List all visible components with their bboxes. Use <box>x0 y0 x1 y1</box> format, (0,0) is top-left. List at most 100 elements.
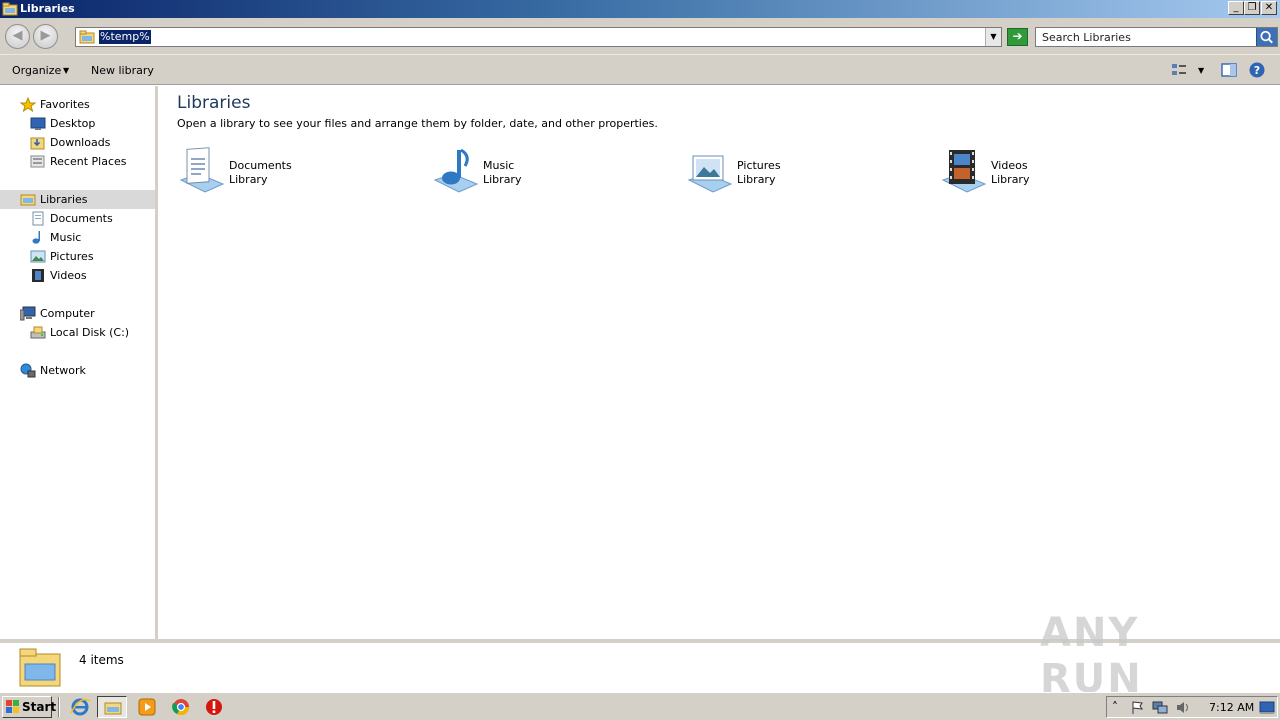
nav-item-recent-places[interactable]: Recent Places <box>30 152 155 171</box>
network-icon <box>20 363 36 378</box>
watermark-text: ANY RUN <box>1040 610 1143 702</box>
address-bar[interactable]: %temp% ▼ <box>75 27 1002 47</box>
nav-favorites[interactable]: Favorites <box>20 95 155 114</box>
nav-favorites-label: Favorites <box>40 98 90 111</box>
search-box[interactable]: Search Libraries <box>1035 27 1278 47</box>
system-tray: ˄ 7:12 AM <box>1106 696 1278 718</box>
folder-icon <box>79 30 95 44</box>
computer-icon <box>20 306 36 321</box>
pictures-icon <box>30 250 46 263</box>
anyrun-watermark: ANY RUN <box>1040 610 1235 702</box>
forward-button[interactable]: ▶ <box>33 24 58 49</box>
star-icon <box>20 97 36 112</box>
nav-item-label: Pictures <box>50 250 94 263</box>
window-titlebar[interactable]: Libraries _ ❐ ✕ <box>0 0 1280 18</box>
forward-arrow-icon: ▶ <box>40 28 51 43</box>
minimize-button[interactable]: _ <box>1228 1 1244 15</box>
action-center-flag-icon[interactable] <box>1129 700 1145 715</box>
nav-item-local-disk[interactable]: Local Disk (C:) <box>30 323 155 342</box>
nav-libraries[interactable]: Libraries <box>0 190 155 209</box>
navigation-pane[interactable]: Favorites Desktop Downloads Recent Place… <box>0 86 158 639</box>
nav-item-desktop[interactable]: Desktop <box>30 114 155 133</box>
music-library-icon <box>433 148 479 193</box>
downloads-folder-icon <box>30 137 45 150</box>
taskbar-explorer-button[interactable] <box>97 696 127 718</box>
library-type: Library <box>483 173 522 186</box>
nav-computer[interactable]: Computer <box>20 304 155 323</box>
start-button[interactable]: Start <box>2 696 56 718</box>
back-arrow-icon: ◀ <box>12 28 23 43</box>
library-tile-videos[interactable]: Videos Library <box>939 146 1179 198</box>
nav-item-label: Documents <box>50 212 113 225</box>
windows-logo-icon <box>6 700 19 713</box>
music-icon <box>32 231 40 244</box>
internet-explorer-icon[interactable] <box>69 697 91 717</box>
window-title: Libraries <box>20 2 75 15</box>
page-description: Open a library to see your files and arr… <box>177 117 658 130</box>
nav-network-label: Network <box>40 364 86 377</box>
nav-item-label: Downloads <box>50 136 111 149</box>
nav-item-videos[interactable]: Videos <box>30 266 155 285</box>
address-input[interactable]: %temp% <box>99 30 151 44</box>
nav-item-label: Desktop <box>50 117 96 130</box>
volume-icon[interactable] <box>1175 700 1191 715</box>
videos-icon <box>32 269 44 282</box>
main-content: Libraries Open a library to see your fil… <box>161 86 1280 639</box>
local-disk-icon <box>30 326 46 339</box>
library-name: Pictures <box>737 159 781 172</box>
organize-button[interactable]: Organize <box>12 64 61 77</box>
chevron-down-icon: ▼ <box>990 32 997 41</box>
search-icon[interactable] <box>1256 28 1277 46</box>
tray-expand-icon[interactable]: ˄ <box>1112 700 1128 715</box>
library-type: Library <box>229 173 268 186</box>
chrome-icon[interactable] <box>170 697 192 717</box>
videos-library-icon <box>941 150 987 193</box>
change-view-icon[interactable] <box>1170 61 1188 79</box>
media-player-icon[interactable] <box>136 697 158 717</box>
go-button[interactable]: ➔ <box>1007 28 1028 46</box>
nav-item-downloads[interactable]: Downloads <box>30 133 155 152</box>
desktop-icon <box>30 117 46 130</box>
taskbar-clock[interactable]: 7:12 AM <box>1209 701 1254 714</box>
library-name: Documents <box>229 159 292 172</box>
address-dropdown-button[interactable]: ▼ <box>985 28 1001 46</box>
view-options-chevron-icon[interactable]: ▼ <box>1198 66 1204 75</box>
library-tile-pictures[interactable]: Pictures Library <box>685 146 925 198</box>
nav-item-label: Videos <box>50 269 87 282</box>
close-button[interactable]: ✕ <box>1261 1 1277 15</box>
nav-item-label: Music <box>50 231 82 244</box>
nav-item-documents[interactable]: Documents <box>30 209 155 228</box>
documents-icon <box>32 211 44 226</box>
taskbar: Start ˄ 7:12 AM <box>0 692 1280 720</box>
library-type: Library <box>737 173 776 186</box>
explorer-icon <box>104 702 122 715</box>
taskbar-separator <box>58 697 60 717</box>
back-button[interactable]: ◀ <box>5 24 30 49</box>
libraries-icon <box>20 194 36 206</box>
help-icon[interactable]: ? <box>1248 61 1266 79</box>
library-tile-documents[interactable]: Documents Library <box>177 146 417 198</box>
go-arrow-icon: ➔ <box>1012 29 1023 43</box>
library-tile-music[interactable]: Music Library <box>431 146 671 198</box>
nav-libraries-label: Libraries <box>40 193 88 206</box>
security-app-icon[interactable] <box>203 697 225 717</box>
libraries-large-icon <box>19 648 61 687</box>
restore-button[interactable]: ❐ <box>1244 1 1260 15</box>
nav-item-label: Recent Places <box>50 155 127 168</box>
organize-chevron-icon[interactable]: ▼ <box>63 66 69 75</box>
library-type: Library <box>991 173 1030 186</box>
pictures-library-icon <box>687 155 733 193</box>
command-bar: Organize ▼ New library ▼ ? <box>0 55 1280 85</box>
preview-pane-icon[interactable] <box>1220 61 1238 79</box>
nav-item-label: Local Disk (C:) <box>50 326 130 339</box>
nav-network[interactable]: Network <box>20 361 155 380</box>
show-desktop-icon[interactable] <box>1259 700 1275 715</box>
nav-item-pictures[interactable]: Pictures <box>30 247 155 266</box>
new-library-button[interactable]: New library <box>91 64 154 77</box>
library-name: Videos <box>991 159 1028 172</box>
nav-item-music[interactable]: Music <box>30 228 155 247</box>
search-input[interactable]: Search Libraries <box>1042 31 1131 44</box>
nav-computer-label: Computer <box>40 307 95 320</box>
network-status-icon[interactable] <box>1152 700 1168 715</box>
page-title: Libraries <box>177 93 251 113</box>
